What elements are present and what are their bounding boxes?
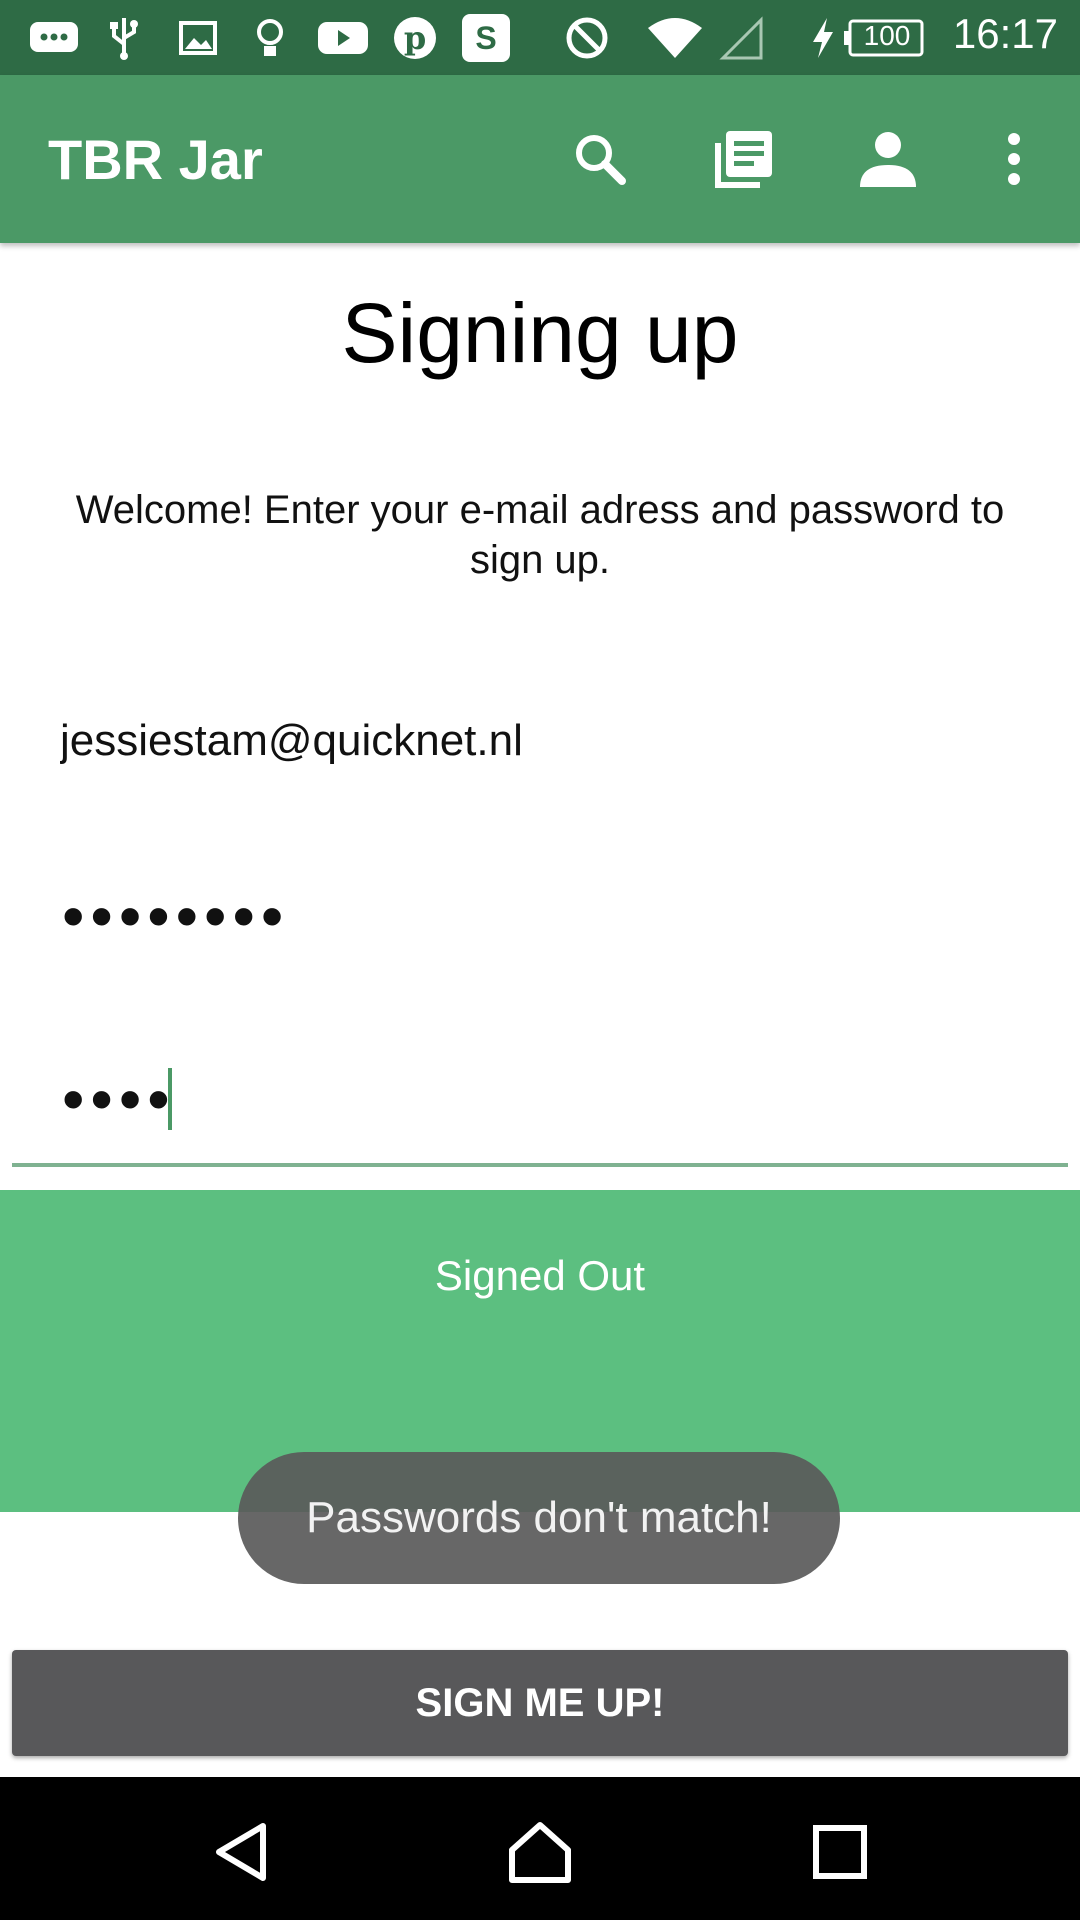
app-title: TBR Jar [48, 128, 263, 191]
image-icon [176, 14, 220, 62]
password-field[interactable] [12, 855, 1080, 977]
lightbulb-icon [250, 14, 290, 62]
battery-icon: 100 [842, 14, 926, 62]
do-not-disturb-icon [564, 14, 610, 62]
toast: Passwords don't match! [238, 1452, 840, 1584]
text-cursor [168, 1068, 172, 1130]
wifi-icon [646, 14, 704, 62]
youtube-icon [316, 14, 370, 62]
toast-message: Passwords don't match! [306, 1493, 772, 1542]
library-icon[interactable] [712, 127, 776, 191]
charging-icon [808, 14, 838, 62]
welcome-text: Welcome! Enter your e-mail adress and pa… [75, 488, 1005, 582]
email-field[interactable] [12, 680, 1080, 802]
field-underline [12, 1163, 1068, 1167]
home-icon[interactable] [495, 1807, 585, 1897]
s-app-icon: S [460, 14, 512, 62]
chat-icon [26, 14, 82, 62]
app-bar: TBR Jar [0, 75, 1080, 243]
account-icon[interactable] [856, 127, 920, 191]
navigation-bar [0, 1777, 1080, 1920]
back-icon[interactable] [196, 1807, 286, 1897]
status-bar: p S 100 16:17 [0, 0, 1080, 75]
usb-icon [104, 14, 144, 62]
pinterest-icon: p [392, 14, 438, 62]
s-app-letter: S [475, 19, 497, 56]
signal-icon [718, 14, 766, 62]
page-title: Signing up [341, 286, 739, 380]
recents-icon[interactable] [795, 1807, 885, 1897]
auth-status-text: Signed Out [434, 1252, 646, 1299]
clock: 16:17 [952, 10, 1058, 57]
confirm-password-value: •••• [62, 1063, 176, 1135]
overflow-menu-icon[interactable] [982, 127, 1046, 191]
svg-text:p: p [404, 19, 426, 57]
sign-up-button[interactable]: SIGN ME UP! [12, 1650, 1068, 1756]
search-icon[interactable] [568, 127, 632, 191]
battery-level: 100 [863, 20, 911, 51]
